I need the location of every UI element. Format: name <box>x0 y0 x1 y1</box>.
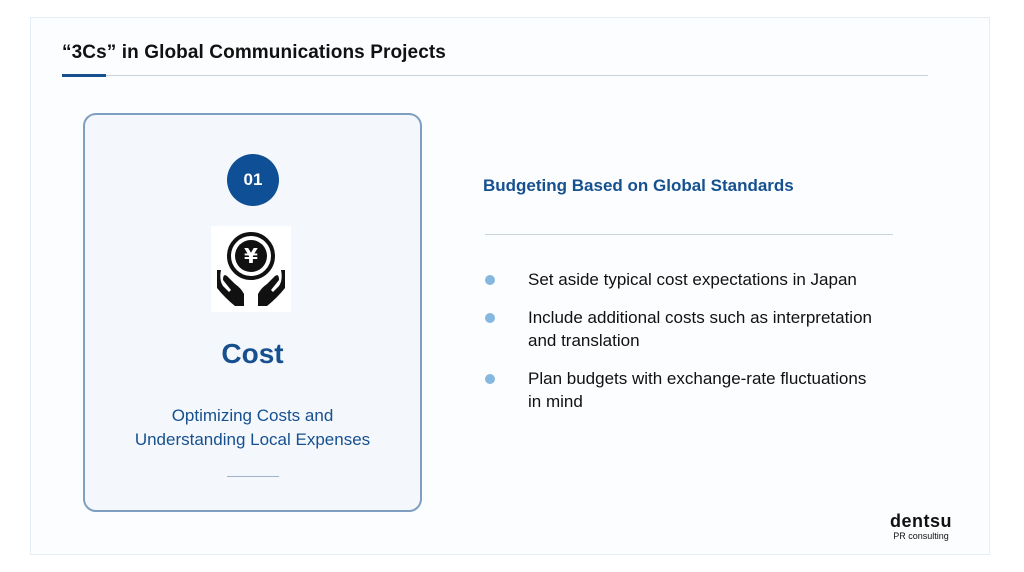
number-badge-label: 01 <box>243 170 263 189</box>
bullet-text-line1: Include additional costs such as interpr… <box>528 308 872 327</box>
card-subtitle-line1: Optimizing Costs and <box>171 406 334 425</box>
list-item: Plan budgets with exchange-rate fluctuat… <box>483 367 923 413</box>
bullet-list: Set aside typical cost expectations in J… <box>483 268 923 428</box>
yen-coin-hands-svg: ¥ <box>217 232 285 306</box>
dentsu-logo: dentsu PR consulting <box>876 511 966 542</box>
title-divider <box>62 75 928 76</box>
logo-wordmark: dentsu <box>889 511 952 531</box>
list-item: Include additional costs such as interpr… <box>483 306 923 352</box>
title-accent-bar <box>62 74 106 77</box>
bullet-dot-icon <box>485 275 495 285</box>
card-divider <box>227 476 279 477</box>
bullet-text-line2: and translation <box>528 331 640 350</box>
card-subtitle-line2: Understanding Local Expenses <box>134 430 371 449</box>
bullet-text-line1: Set aside typical cost expectations in J… <box>528 270 857 289</box>
bullet-dot-icon <box>485 313 495 323</box>
bullet-text-line2: in mind <box>528 392 583 411</box>
number-badge: 01 <box>227 154 279 206</box>
slide-title: “3Cs” in Global Communications Projects <box>62 42 446 63</box>
card-heading: Cost <box>221 338 284 369</box>
card-subtitle: Optimizing Costs and Understanding Local… <box>83 404 422 452</box>
yen-coin-hands-icon: ¥ <box>211 226 291 312</box>
list-item: Set aside typical cost expectations in J… <box>483 268 923 291</box>
content-divider <box>485 234 893 235</box>
logo-subtext: PR consulting <box>893 531 949 541</box>
bullet-text-line1: Plan budgets with exchange-rate fluctuat… <box>528 369 867 388</box>
bullet-dot-icon <box>485 374 495 384</box>
svg-text:¥: ¥ <box>244 244 258 268</box>
content-heading: Budgeting Based on Global Standards <box>483 176 794 195</box>
